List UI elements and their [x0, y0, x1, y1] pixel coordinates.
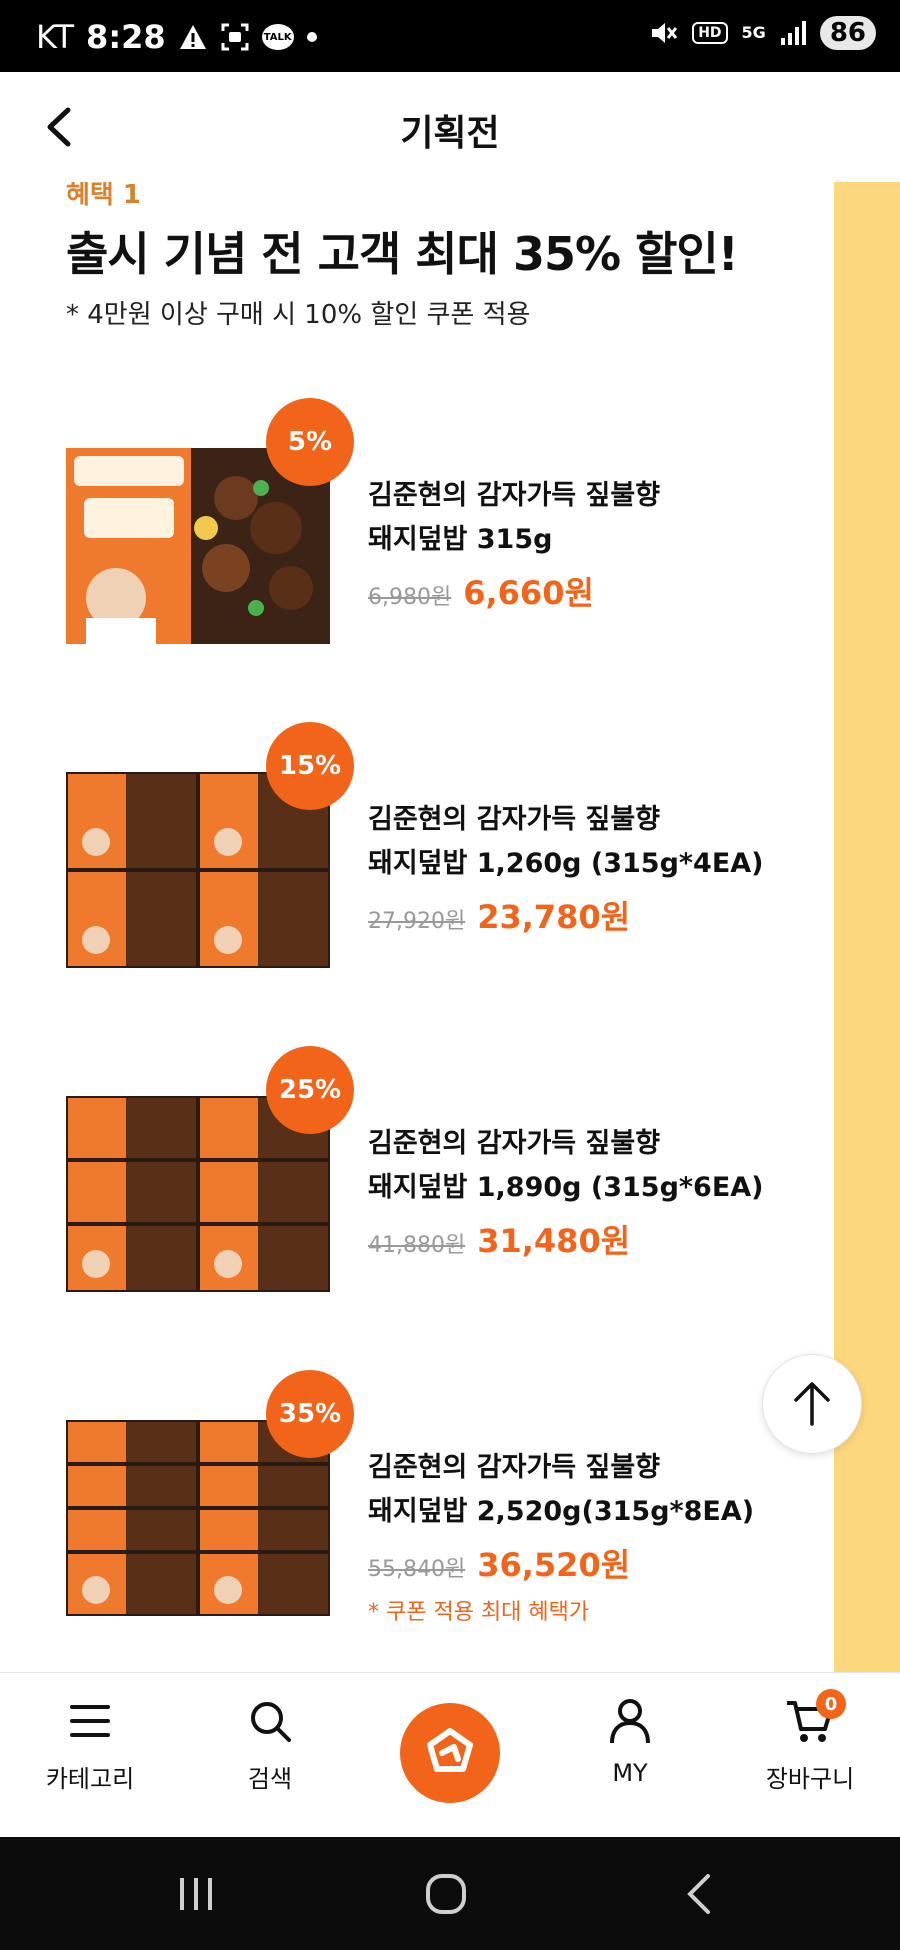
- nav-category[interactable]: 카테고리: [10, 1693, 170, 1794]
- original-price: 27,920원: [368, 909, 466, 934]
- recent-apps-button[interactable]: [166, 1871, 226, 1917]
- product-prices: 41,880원 31,480원: [368, 1216, 630, 1262]
- hd-voice-icon: HD: [692, 22, 728, 44]
- product-name-line2: 돼지덮밥 2,520g(315g*8EA): [368, 1496, 755, 1527]
- nav-search-label: 검색: [247, 1765, 293, 1793]
- back-arrow-icon: [687, 1874, 710, 1914]
- nav-cart-label: 장바구니: [765, 1765, 855, 1793]
- product-name: 김준현의 감자가득 짚불향 돼지덮밥 1,260g (315g*4EA): [368, 798, 808, 886]
- nav-cart[interactable]: 0 장바구니: [730, 1689, 890, 1794]
- app-header: 기획전: [0, 72, 900, 182]
- signal-icon: [780, 20, 806, 46]
- product-name-line2: 돼지덮밥 1,890g (315g*6EA): [368, 1172, 764, 1203]
- discount-badge: 15%: [266, 722, 354, 810]
- product-name-line2: 돼지덮밥 1,260g (315g*4EA): [368, 848, 764, 879]
- discount-badge: 25%: [266, 1046, 354, 1134]
- promo-headline: 출시 기념 전 고객 최대 35% 할인!: [66, 227, 739, 281]
- sale-price: 23,780원: [477, 898, 631, 936]
- original-price: 41,880원: [368, 1233, 466, 1258]
- status-bar: KT 8:28 TALK HD 5G 86: [0, 0, 900, 72]
- recent-apps-icon: [180, 1878, 212, 1910]
- 5g-icon: 5G: [741, 23, 766, 42]
- benefit-label: 혜택 1: [66, 182, 141, 210]
- sale-price: 31,480원: [477, 1222, 631, 1260]
- mute-icon: [648, 18, 678, 48]
- sale-price: 6,660원: [463, 574, 594, 612]
- bottom-navigation: 카테고리 검색 MY 0 장바구니: [0, 1672, 900, 1837]
- arrow-up-icon: [794, 1382, 830, 1426]
- product-name-line1: 김준현의 감자가득 짚불향: [368, 804, 661, 835]
- system-navigation-bar: [0, 1837, 900, 1950]
- screenshot-icon: [220, 22, 250, 52]
- product-prices: 27,920원 23,780원: [368, 892, 630, 938]
- product-name: 김준현의 감자가득 짚불향 돼지덮밥 1,890g (315g*6EA): [368, 1122, 808, 1210]
- promo-note: * 4만원 이상 구매 시 10% 할인 쿠폰 적용: [66, 300, 531, 330]
- home-button[interactable]: [400, 1703, 500, 1803]
- product-card[interactable]: 35% 김준현의 감자가득 짚불향 돼지덮밥 2,520g(315g*8EA) …: [66, 1370, 826, 1630]
- menu-icon: [10, 1693, 170, 1749]
- nav-my[interactable]: MY: [550, 1693, 710, 1787]
- product-card[interactable]: 15% 김준현의 감자가득 짚불향 돼지덮밥 1,260g (315g*4EA)…: [66, 722, 826, 982]
- battery-indicator: 86: [819, 16, 876, 50]
- original-price: 55,840원: [368, 1557, 466, 1582]
- scroll-to-top-button[interactable]: [762, 1354, 862, 1454]
- clock: 8:28: [86, 18, 166, 56]
- coupon-note: * 쿠폰 적용 최대 혜택가: [368, 1600, 590, 1625]
- promotion-content[interactable]: 혜택 1 출시 기념 전 고객 최대 35% 할인! * 4만원 이상 구매 시…: [0, 182, 900, 1672]
- product-card[interactable]: 25% 김준현의 감자가득 짚불향 돼지덮밥 1,890g (315g*6EA)…: [66, 1046, 826, 1306]
- warning-icon: [178, 23, 208, 51]
- discount-badge: 5%: [266, 398, 354, 486]
- home-logo-icon: [427, 1728, 473, 1772]
- kakaotalk-icon: TALK: [261, 24, 294, 50]
- product-name-line1: 김준현의 감자가득 짚불향: [368, 1128, 661, 1159]
- notification-dot-icon: [306, 31, 318, 43]
- nav-category-label: 카테고리: [45, 1765, 135, 1793]
- discount-badge: 35%: [266, 1370, 354, 1458]
- original-price: 6,980원: [368, 585, 452, 610]
- back-system-button[interactable]: [670, 1871, 730, 1917]
- search-icon: [190, 1693, 350, 1749]
- cart-count-badge: 0: [816, 1689, 846, 1719]
- sale-price: 36,520원: [477, 1546, 631, 1584]
- carrier-label: KT: [36, 18, 75, 56]
- product-name-line1: 김준현의 감자가득 짚불향: [368, 480, 661, 511]
- user-icon: [550, 1693, 710, 1749]
- product-prices: 55,840원 36,520원: [368, 1540, 630, 1586]
- product-name-line1: 김준현의 감자가득 짚불향: [368, 1452, 661, 1483]
- cart-icon: [730, 1693, 890, 1749]
- product-card[interactable]: 5% 김준현의 감자가득 짚불향 돼지덮밥 315g 6,980원 6,660원: [66, 398, 826, 658]
- nav-my-label: MY: [612, 1759, 648, 1787]
- product-prices: 6,980원 6,660원: [368, 568, 594, 614]
- home-circle-icon: [426, 1874, 466, 1914]
- side-decoration: [834, 182, 900, 1672]
- product-name: 김준현의 감자가득 짚불향 돼지덮밥 315g: [368, 474, 808, 562]
- page-title: 기획전: [400, 113, 500, 154]
- product-name: 김준현의 감자가득 짚불향 돼지덮밥 2,520g(315g*8EA): [368, 1446, 808, 1534]
- product-name-line2: 돼지덮밥 315g: [368, 524, 553, 555]
- nav-search[interactable]: 검색: [190, 1693, 350, 1794]
- home-system-button[interactable]: [416, 1871, 476, 1917]
